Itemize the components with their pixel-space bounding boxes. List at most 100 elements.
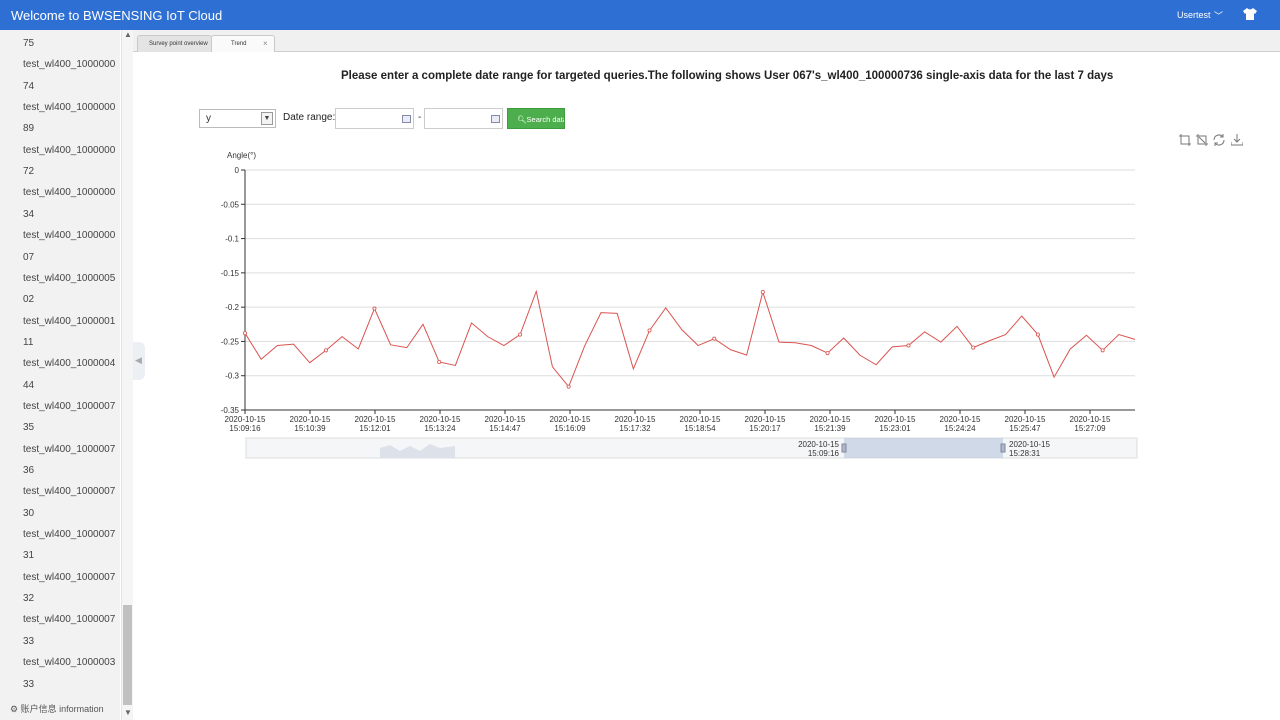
zoom-handle-start bbox=[841, 443, 847, 453]
restore-icon[interactable] bbox=[1213, 134, 1225, 146]
sidebar-item[interactable]: test_wl400_1000003 bbox=[23, 656, 118, 670]
x-tick-label: 2020-10-15 bbox=[420, 415, 461, 424]
y-tick-label: 0 bbox=[235, 166, 240, 175]
y-tick-label: -0.05 bbox=[221, 200, 240, 209]
user-menu[interactable]: Usertest bbox=[1177, 10, 1211, 20]
data-point bbox=[372, 306, 377, 311]
sidebar-item[interactable]: 31 bbox=[23, 549, 118, 563]
zoom-window bbox=[844, 438, 1003, 458]
sidebar-item[interactable]: 32 bbox=[23, 592, 118, 606]
scroll-down-icon[interactable]: ▼ bbox=[124, 708, 132, 717]
x-tick-label: 15:14:47 bbox=[489, 424, 521, 433]
account-information-label: 账户信息 information bbox=[20, 704, 104, 714]
data-point bbox=[437, 359, 442, 364]
sidebar-item[interactable]: test_wl400_1000000 bbox=[23, 101, 118, 115]
y-tick-label: -0.35 bbox=[221, 406, 240, 415]
zoom-reset-icon[interactable] bbox=[1196, 134, 1208, 146]
sidebar-item[interactable]: test_wl400_1000007 bbox=[23, 528, 118, 542]
start-date-input[interactable] bbox=[335, 108, 414, 129]
download-icon[interactable] bbox=[1231, 134, 1243, 146]
x-tick-label: 2020-10-15 bbox=[810, 415, 851, 424]
sidebar-item[interactable]: 35 bbox=[23, 421, 118, 435]
calendar-icon[interactable] bbox=[402, 115, 411, 123]
data-point bbox=[647, 328, 652, 333]
x-tick-label: 2020-10-15 bbox=[615, 415, 656, 424]
y-tick-label: -0.1 bbox=[225, 235, 239, 244]
tab-label: Trend bbox=[231, 41, 247, 47]
data-point bbox=[712, 336, 717, 341]
sidebar-item[interactable]: 11 bbox=[23, 336, 118, 350]
shirt-icon[interactable] bbox=[1243, 8, 1257, 20]
scroll-thumb[interactable] bbox=[123, 605, 132, 705]
y-tick-label: -0.15 bbox=[221, 269, 240, 278]
x-tick-label: 15:10:39 bbox=[294, 424, 326, 433]
collapse-sidebar-handle[interactable]: ◀ bbox=[133, 342, 145, 380]
sidebar-item[interactable]: test_wl400_1000000 bbox=[23, 58, 118, 72]
close-icon[interactable]: × bbox=[263, 39, 268, 48]
chevron-down-icon[interactable]: ﹀ bbox=[1214, 9, 1223, 22]
sidebar-item[interactable]: test_wl400_1000007 bbox=[23, 400, 118, 414]
calendar-icon[interactable] bbox=[491, 115, 500, 123]
x-tick-label: 15:27:09 bbox=[1074, 424, 1106, 433]
x-tick-label: 2020-10-15 bbox=[550, 415, 591, 424]
x-tick-label: 2020-10-15 bbox=[875, 415, 916, 424]
sidebar-item[interactable]: test_wl400_1000000 bbox=[23, 144, 118, 158]
tab-trend[interactable]: Trend × bbox=[211, 35, 275, 52]
x-tick-label: 15:24:24 bbox=[944, 424, 976, 433]
x-tick-label: 2020-10-15 bbox=[680, 415, 721, 424]
sidebar-item[interactable]: test_wl400_1000005 bbox=[23, 272, 118, 286]
tab-label: Survey point overview bbox=[149, 41, 208, 47]
x-tick-label: 15:16:09 bbox=[554, 424, 586, 433]
series-line bbox=[244, 289, 1136, 388]
x-tick-label: 15:12:01 bbox=[359, 424, 391, 433]
x-tick-label: 15:09:16 bbox=[229, 424, 261, 433]
data-point bbox=[1035, 332, 1040, 337]
sidebar-item[interactable]: 33 bbox=[23, 635, 118, 649]
sidebar-item[interactable]: test_wl400_1000007 bbox=[23, 485, 118, 499]
data-point bbox=[518, 332, 523, 337]
search-data-button[interactable]: 🔍︎Search data bbox=[507, 108, 565, 129]
sidebar-scrollbar[interactable]: ▲ ▼ bbox=[121, 30, 133, 720]
x-tick-label: 15:20:17 bbox=[749, 424, 781, 433]
sidebar-item[interactable]: 74 bbox=[23, 80, 118, 94]
chevron-down-icon[interactable]: ▼ bbox=[261, 112, 273, 125]
zoom-icon[interactable] bbox=[1179, 134, 1191, 146]
data-point bbox=[760, 290, 765, 295]
app-title: Welcome to BWSENSING IoT Cloud bbox=[11, 8, 223, 23]
sidebar-item[interactable]: test_wl400_1000000 bbox=[23, 186, 118, 200]
sidebar-item[interactable]: 72 bbox=[23, 165, 118, 179]
zoom-start-label: 15:09:16 bbox=[808, 449, 840, 458]
date-separator: - bbox=[418, 112, 422, 123]
x-tick-label: 2020-10-15 bbox=[1005, 415, 1046, 424]
sidebar-item[interactable]: 34 bbox=[23, 208, 118, 222]
x-tick-label: 15:21:39 bbox=[814, 424, 846, 433]
x-tick-label: 2020-10-15 bbox=[1070, 415, 1111, 424]
sidebar-item[interactable]: test_wl400_1000007 bbox=[23, 443, 118, 457]
x-tick-label: 2020-10-15 bbox=[355, 415, 396, 424]
account-information-link[interactable]: ⚙ 账户信息 information bbox=[0, 698, 120, 720]
sidebar-item[interactable]: 36 bbox=[23, 464, 118, 478]
axis-select-value: y bbox=[206, 113, 211, 124]
scroll-up-icon[interactable]: ▲ bbox=[124, 30, 132, 39]
sidebar-item[interactable]: test_wl400_1000004 bbox=[23, 357, 118, 371]
top-bar: Welcome to BWSENSING IoT Cloud Usertest … bbox=[0, 0, 1280, 30]
sidebar-item[interactable]: 02 bbox=[23, 293, 118, 307]
sidebar-item[interactable]: 30 bbox=[23, 507, 118, 521]
sidebar-item[interactable]: test_wl400_1000001 bbox=[23, 315, 118, 329]
data-point bbox=[1100, 348, 1105, 353]
sidebar-item[interactable]: test_wl400_1000007 bbox=[23, 571, 118, 585]
tab-survey-point-overview[interactable]: Survey point overview bbox=[137, 35, 212, 52]
x-tick-label: 15:17:32 bbox=[619, 424, 651, 433]
sidebar-item[interactable]: 89 bbox=[23, 122, 118, 136]
sidebar-item[interactable]: 07 bbox=[23, 251, 118, 265]
sidebar-item[interactable]: 75 bbox=[23, 37, 118, 51]
sidebar-item[interactable]: test_wl400_1000007 bbox=[23, 613, 118, 627]
sidebar-item[interactable]: 44 bbox=[23, 379, 118, 393]
sidebar-item[interactable]: 33 bbox=[23, 678, 118, 692]
y-tick-label: -0.2 bbox=[225, 303, 239, 312]
x-tick-label: 2020-10-15 bbox=[485, 415, 526, 424]
sidebar-item[interactable]: test_wl400_1000000 bbox=[23, 229, 118, 243]
axis-select[interactable]: y ▼ bbox=[199, 109, 276, 128]
end-date-input[interactable] bbox=[424, 108, 503, 129]
data-point bbox=[323, 348, 328, 353]
